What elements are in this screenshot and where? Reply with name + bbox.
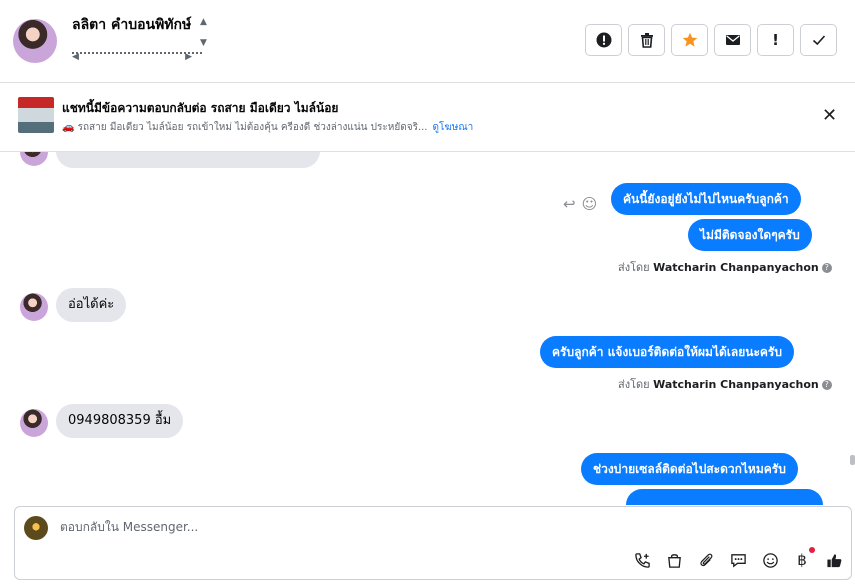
like-button[interactable]: [825, 551, 843, 569]
check-icon: [812, 35, 825, 46]
conversation-header: ลลิตา คำบอนพิทักษ์ ▲ ▼ ◀ ▶ !: [0, 0, 855, 83]
message-bubble-outgoing[interactable]: ช่วงบ่ายเซลล์ติดต่อไปสะดวกไหมครับ: [581, 453, 798, 485]
sent-by-label: ส่งโดย Watcharin Chanpanyachon?: [618, 258, 832, 276]
scroll-right-icon[interactable]: ▶: [185, 52, 192, 62]
conversation-actions: !: [585, 24, 837, 56]
scroll-up-icon[interactable]: ▲: [200, 17, 207, 27]
scroll-left-icon[interactable]: ◀: [72, 52, 79, 62]
shop-button[interactable]: [665, 551, 683, 569]
ad-description-text: 🚗 รถสาย มือเดียว ไมล์น้อย รถเข้าใหม่ ไม่…: [62, 122, 428, 133]
reply-icon[interactable]: ↩: [563, 195, 576, 213]
notification-dot: [809, 547, 815, 553]
ad-reference-banner: แชทนี้มีข้อความตอบกลับต่อ รถสาย มือเดียว…: [0, 83, 855, 152]
mark-unread-button[interactable]: [714, 24, 751, 56]
sender-name: Watcharin Chanpanyachon: [653, 378, 819, 391]
ad-thumbnail[interactable]: [18, 97, 54, 133]
subtitle-scroll-arrows: ◀ ▶: [72, 52, 192, 62]
reply-composer: ฿: [14, 506, 852, 580]
react-icon[interactable]: ☺: [582, 195, 598, 213]
message-bubble-outgoing[interactable]: คันนี้ยังอยู่ยังไม่ไปไหนครับลูกค้า: [611, 183, 801, 215]
smiley-icon: [762, 552, 778, 568]
ad-title: แชทนี้มีข้อความตอบกลับต่อ รถสาย มือเดียว…: [62, 101, 339, 115]
emoji-button[interactable]: [761, 551, 779, 569]
follow-up-button[interactable]: !: [757, 24, 794, 56]
attach-button[interactable]: [697, 551, 715, 569]
scrollbar-thumb[interactable]: [850, 455, 855, 465]
contact-avatar-small: [20, 409, 48, 437]
contact-name[interactable]: ลลิตา คำบอนพิทักษ์: [72, 14, 191, 36]
star-icon: [682, 32, 697, 47]
trash-icon: [640, 33, 653, 48]
phone-plus-icon: [634, 552, 650, 568]
thumbs-up-icon: [826, 553, 841, 567]
message-bubble-outgoing-clipped: [626, 489, 823, 505]
message-thread[interactable]: ↩ ☺ คันนี้ยังอยู่ยังไม่ไปไหนครับลูกค้า ไ…: [0, 152, 855, 505]
contact-avatar-small: [20, 293, 48, 321]
sent-by-label: ส่งโดย Watcharin Chanpanyachon?: [618, 375, 832, 393]
info-icon[interactable]: ?: [821, 263, 832, 273]
message-bubble-incoming-clipped: [56, 152, 320, 168]
page-avatar: [24, 516, 48, 540]
shopping-bag-icon: [667, 553, 681, 568]
close-icon[interactable]: ✕: [822, 105, 837, 126]
contact-avatar[interactable]: [13, 19, 57, 63]
message-tools: ↩ ☺: [563, 195, 597, 213]
message-bubble-outgoing[interactable]: ครับลูกค้า แจ้งเบอร์ติดต่อให้ผมได้เลยนะค…: [540, 336, 794, 368]
sent-by-prefix: ส่งโดย: [618, 261, 650, 274]
info-icon[interactable]: ?: [821, 380, 832, 390]
contact-avatar-small: [20, 152, 48, 166]
composer-toolbar: ฿: [633, 547, 843, 569]
chat-bubble-icon: [730, 553, 746, 567]
saved-replies-button[interactable]: [729, 551, 747, 569]
alert-circle-icon: [596, 32, 611, 48]
message-bubble-outgoing[interactable]: ไม่มีติดจองใดๆครับ: [688, 219, 812, 251]
message-bubble-incoming[interactable]: อ่อได้ค่ะ: [56, 288, 127, 322]
star-button[interactable]: [671, 24, 708, 56]
view-ad-link[interactable]: ดูโฆษณา: [432, 122, 473, 133]
baht-icon: ฿: [797, 551, 807, 569]
paperclip-icon: [699, 553, 712, 566]
delete-button[interactable]: [628, 24, 665, 56]
ad-description: 🚗 รถสาย มือเดียว ไมล์น้อย รถเข้าใหม่ ไม่…: [62, 120, 473, 135]
sent-by-prefix: ส่งโดย: [618, 378, 650, 391]
message-bubble-incoming[interactable]: 0949808359 อื้ม: [56, 404, 184, 438]
call-button[interactable]: [633, 551, 651, 569]
sender-name: Watcharin Chanpanyachon: [653, 261, 819, 274]
exclamation-icon: !: [772, 31, 779, 49]
spam-button[interactable]: [585, 24, 622, 56]
payment-button[interactable]: ฿: [793, 547, 815, 569]
reply-input[interactable]: [60, 520, 460, 534]
envelope-icon: [725, 35, 740, 45]
done-button[interactable]: [800, 24, 837, 56]
